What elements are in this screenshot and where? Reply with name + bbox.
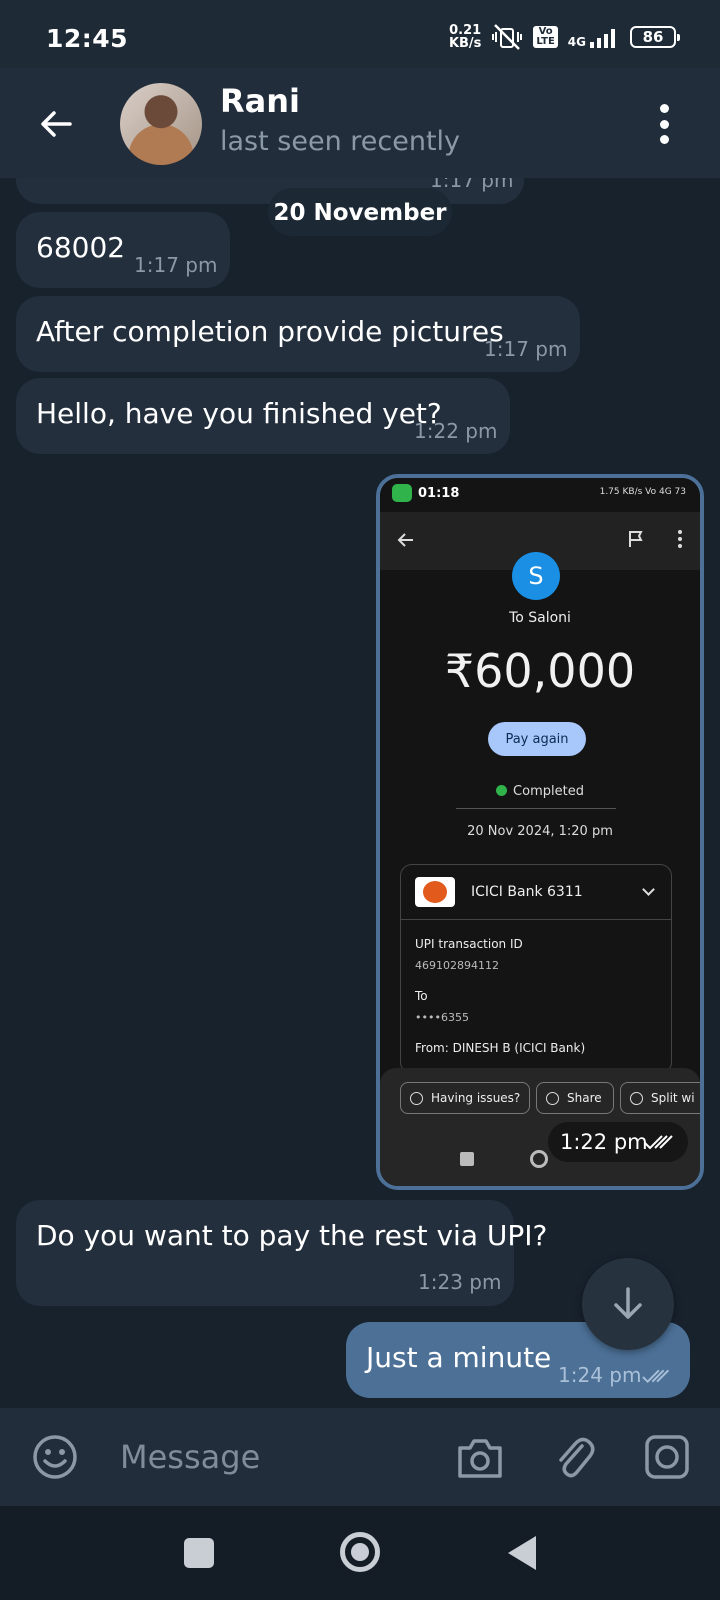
pay-again-button: Pay again <box>488 722 586 756</box>
chat-header: Rani last seen recently <box>0 68 720 178</box>
screenshot-status-icons: 1.75 KB/s Vo 4G 73 <box>599 487 686 497</box>
scroll-down-button[interactable] <box>582 1258 674 1350</box>
signal-group: 4G <box>568 26 620 48</box>
recipient-name: To Saloni <box>509 610 571 626</box>
recents-icon[interactable] <box>184 1538 214 1568</box>
split-chip: Split wi <box>620 1082 700 1114</box>
image-time-badge: 1:22 pm <box>548 1122 688 1162</box>
to-value: ••••6355 <box>415 1011 469 1024</box>
avatar[interactable] <box>120 83 202 165</box>
chevron-down-icon <box>642 883 655 896</box>
message-text: Do you want to pay the rest via UPI? <box>36 1219 548 1252</box>
share-icon <box>546 1092 559 1105</box>
recents-icon <box>460 1152 474 1166</box>
arrow-down-icon <box>614 1287 642 1319</box>
message-time: 1:22 pm <box>560 1130 648 1154</box>
message-input[interactable]: Message <box>120 1438 260 1476</box>
upi-label: UPI transaction ID <box>415 937 523 951</box>
network-speed: 0.21 KB/s <box>448 23 482 51</box>
more-options-icon <box>678 530 684 548</box>
image-message[interactable]: 01:18 1.75 KB/s Vo 4G 73 S To Saloni ₹60… <box>376 474 704 1190</box>
to-label: To <box>415 989 428 1003</box>
message-text: Just a minute <box>366 1341 552 1374</box>
bank-name: ICICI Bank 6311 <box>471 884 583 900</box>
message-list[interactable]: 1:17 pm 20 November 68002 1:17 pm After … <box>0 178 720 1408</box>
more-options-icon[interactable] <box>658 104 670 144</box>
emoji-icon[interactable] <box>32 1434 78 1480</box>
contact-name[interactable]: Rani <box>220 82 300 120</box>
back-icon[interactable] <box>508 1536 536 1570</box>
message-time: 1:23 pm <box>418 1270 502 1294</box>
call-icon <box>392 484 412 502</box>
bank-logo <box>415 877 455 907</box>
date-separator: 20 November <box>268 188 452 236</box>
payment-date: 20 Nov 2024, 1:20 pm <box>467 824 613 839</box>
from-value: From: DINESH B (ICICI Bank) <box>415 1041 586 1055</box>
message-bubble[interactable]: Do you want to pay the rest via UPI? 1:2… <box>16 1200 547 1306</box>
message-text: Hello, have you finished yet? <box>36 397 442 430</box>
attach-icon[interactable] <box>552 1432 596 1482</box>
message-bubble[interactable]: Hello, have you finished yet? 1:22 pm <box>16 378 510 454</box>
help-icon <box>410 1092 423 1105</box>
status-time: 12:45 <box>46 24 129 53</box>
message-bubble[interactable]: After completion provide pictures 1:17 p… <box>16 296 580 372</box>
message-text: 68002 <box>36 231 126 264</box>
message-composer: Message <box>0 1408 720 1506</box>
message-time: 1:17 pm <box>134 253 218 277</box>
message-time: 1:17 pm <box>484 337 568 361</box>
back-arrow-icon[interactable] <box>36 104 76 144</box>
home-icon[interactable] <box>340 1532 380 1572</box>
message-time: 1:24 pm <box>558 1363 642 1387</box>
screenshot-status-bar: 01:18 1.75 KB/s Vo 4G 73 <box>380 478 700 512</box>
divider <box>456 808 616 809</box>
payment-status: Completed <box>380 784 700 799</box>
upi-id: 469102894112 <box>415 959 499 972</box>
divider <box>401 919 671 920</box>
flag-icon <box>629 531 643 547</box>
home-icon <box>530 1150 548 1168</box>
battery-icon: 86 <box>630 26 680 48</box>
system-navigation-bar <box>0 1506 720 1600</box>
share-chip: Share <box>536 1082 614 1114</box>
video-message-icon[interactable] <box>644 1434 690 1480</box>
status-bar: 12:45 0.21 KB/s Vo LTE 4G 86 <box>0 0 720 68</box>
volte-icon: Vo LTE <box>533 26 558 48</box>
message-time: 1:22 pm <box>414 419 498 443</box>
message-text: After completion provide pictures <box>36 315 504 348</box>
network-type: 4G <box>567 35 586 49</box>
mute-vibrate-icon <box>492 24 523 50</box>
last-seen-status: last seen recently <box>220 126 461 157</box>
signal-icon <box>590 29 615 48</box>
check-circle-icon <box>496 785 508 796</box>
people-icon <box>630 1092 643 1105</box>
read-ticks-icon <box>642 1369 670 1383</box>
status-icons: 0.21 KB/s Vo LTE 4G 86 <box>448 22 680 52</box>
read-ticks-icon <box>644 1135 673 1150</box>
payment-amount: ₹60,000 <box>444 644 636 698</box>
camera-icon[interactable] <box>456 1434 504 1480</box>
transaction-details-card: ICICI Bank 6311 UPI transaction ID 46910… <box>400 864 672 1074</box>
message-bubble[interactable]: 68002 1:17 pm <box>16 212 230 288</box>
back-arrow-icon <box>397 533 413 547</box>
recipient-avatar: S <box>512 552 560 600</box>
message-time: 1:17 pm <box>430 178 514 192</box>
screenshot-time: 01:18 <box>418 486 460 501</box>
having-issues-chip: Having issues? <box>400 1082 530 1114</box>
